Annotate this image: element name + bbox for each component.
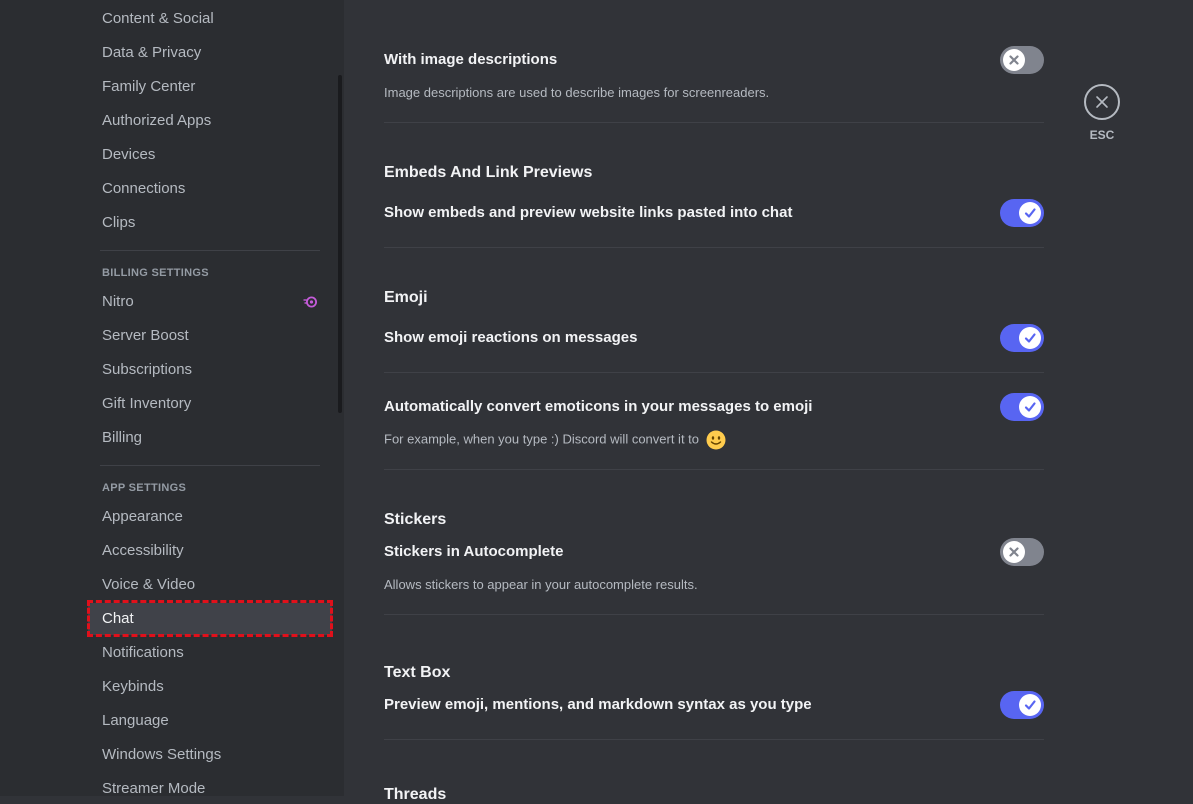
embeds-section-title: Embeds And Link Previews	[384, 164, 593, 181]
sidebar-item-gift-inventory[interactable]: Gift Inventory	[88, 388, 332, 420]
sidebar-item-label: Nitro	[102, 293, 134, 310]
smile-emoji-icon	[706, 430, 726, 450]
emoji-reactions-toggle[interactable]	[1000, 324, 1044, 352]
toggle-knob	[1003, 541, 1025, 563]
sidebar-item-chat[interactable]: Chat	[88, 603, 332, 635]
textbox-preview-title: Preview emoji, mentions, and markdown sy…	[384, 696, 812, 713]
sidebar-item-subscriptions[interactable]: Subscriptions	[88, 354, 332, 386]
stickers-autocomplete-toggle[interactable]	[1000, 538, 1044, 566]
sidebar-item-label: Accessibility	[102, 542, 184, 559]
check-icon	[1024, 700, 1036, 710]
sidebar-item-label: Streamer Mode	[102, 780, 206, 796]
toggle-knob	[1019, 694, 1041, 716]
toggle-knob	[1003, 49, 1025, 71]
sidebar-item-data-privacy[interactable]: Data & Privacy	[88, 37, 332, 69]
x-icon	[1009, 547, 1019, 557]
sidebar-item-label: Subscriptions	[102, 361, 193, 378]
sidebar-item-label: Connections	[102, 180, 186, 197]
sidebar-item-clips[interactable]: Clips	[88, 207, 332, 239]
embeds-toggle[interactable]	[1000, 199, 1044, 227]
image-descriptions-toggle[interactable]	[1000, 46, 1044, 74]
sidebar-item-nitro[interactable]: Nitro	[88, 286, 332, 318]
stickers-section-title: Stickers	[384, 511, 447, 528]
toggle-knob	[1019, 202, 1041, 224]
settings-content: With image descriptions Image descriptio…	[344, 0, 1193, 803]
stickers-autocomplete-desc: Allows stickers to appear in your autoco…	[384, 577, 698, 592]
emoji-section-title: Emoji	[384, 289, 428, 306]
embeds-setting-title: Show embeds and preview website links pa…	[384, 204, 793, 221]
check-icon	[1024, 333, 1036, 343]
sidebar-item-label: Keybinds	[102, 678, 164, 695]
sidebar-item-devices[interactable]: Devices	[88, 139, 332, 171]
sidebar-item-appearance[interactable]: Appearance	[88, 501, 332, 533]
stickers-autocomplete-title: Stickers in Autocomplete	[384, 543, 564, 560]
close-button[interactable]	[1084, 84, 1120, 120]
sidebar-item-label: Content & Social	[102, 10, 214, 27]
x-icon	[1009, 55, 1019, 65]
textbox-preview-toggle[interactable]	[1000, 691, 1044, 719]
sidebar-item-label: Billing	[102, 429, 143, 446]
close-icon	[1096, 96, 1108, 108]
sidebar-item-label: Server Boost	[102, 327, 189, 344]
emoticon-convert-title: Automatically convert emoticons in your …	[384, 398, 813, 415]
sidebar-item-label: Devices	[102, 146, 156, 163]
app-settings-heading: APP SETTINGS	[102, 482, 187, 494]
sidebar-item-keybinds[interactable]: Keybinds	[88, 671, 332, 703]
section-divider	[384, 614, 1044, 615]
sidebar-item-label: Gift Inventory	[102, 395, 192, 412]
sidebar-separator	[100, 465, 320, 466]
section-divider	[384, 122, 1044, 123]
sidebar-item-label: Chat	[102, 610, 134, 627]
sidebar-item-authorized-apps[interactable]: Authorized Apps	[88, 105, 332, 137]
sidebar-item-windows-settings[interactable]: Windows Settings	[88, 739, 332, 771]
emoticon-convert-desc-text: For example, when you type :) Discord wi…	[384, 431, 700, 447]
check-icon	[1024, 402, 1036, 412]
sidebar-item-label: Windows Settings	[102, 746, 222, 763]
sidebar-item-content-social[interactable]: Content & Social	[88, 3, 332, 35]
nitro-icon	[303, 296, 317, 308]
settings-sidebar: Content & Social Data & Privacy Family C…	[0, 0, 344, 796]
sidebar-item-notifications[interactable]: Notifications	[88, 637, 332, 669]
check-icon	[1024, 208, 1036, 218]
sidebar-scrollbar[interactable]	[338, 75, 342, 413]
sidebar-item-label: Appearance	[102, 508, 183, 525]
emoticon-convert-toggle[interactable]	[1000, 393, 1044, 421]
image-descriptions-desc: Image descriptions are used to describe …	[384, 85, 770, 100]
sidebar-item-label: Clips	[102, 214, 136, 231]
emoticon-convert-desc: For example, when you type :) Discord wi…	[384, 430, 726, 450]
esc-label: ESC	[1089, 128, 1115, 142]
sidebar-item-label: Voice & Video	[102, 576, 196, 593]
image-descriptions-title: With image descriptions	[384, 51, 558, 68]
sidebar-item-connections[interactable]: Connections	[88, 173, 332, 205]
sidebar-item-label: Authorized Apps	[102, 112, 212, 129]
textbox-section-title: Text Box	[384, 664, 451, 681]
section-divider	[384, 739, 1044, 740]
toggle-knob	[1019, 396, 1041, 418]
sidebar-item-label: Language	[102, 712, 169, 729]
section-divider	[384, 247, 1044, 248]
setting-divider	[384, 372, 1044, 373]
toggle-knob	[1019, 327, 1041, 349]
sidebar-item-server-boost[interactable]: Server Boost	[88, 320, 332, 352]
close-control: ESC	[1084, 84, 1120, 142]
sidebar-item-accessibility[interactable]: Accessibility	[88, 535, 332, 567]
sidebar-item-label: Data & Privacy	[102, 44, 202, 61]
sidebar-item-label: Family Center	[102, 78, 196, 95]
sidebar-item-streamer-mode[interactable]: Streamer Mode	[88, 773, 332, 796]
sidebar-separator	[100, 250, 320, 251]
billing-settings-heading: BILLING SETTINGS	[102, 267, 209, 279]
sidebar-item-language[interactable]: Language	[88, 705, 332, 737]
sidebar-item-voice-video[interactable]: Voice & Video	[88, 569, 332, 601]
emoji-reactions-title: Show emoji reactions on messages	[384, 329, 638, 346]
sidebar-item-family-center[interactable]: Family Center	[88, 71, 332, 103]
sidebar-item-label: Notifications	[102, 644, 184, 661]
threads-section-title: Threads	[384, 786, 447, 803]
section-divider	[384, 469, 1044, 470]
sidebar-item-billing[interactable]: Billing	[88, 422, 332, 454]
